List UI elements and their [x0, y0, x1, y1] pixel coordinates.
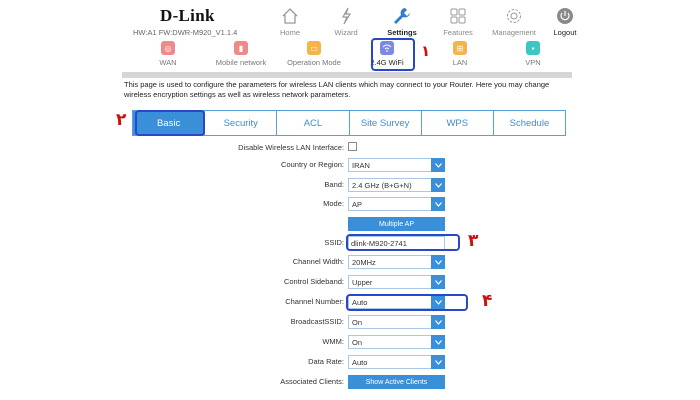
chevron-down-icon — [431, 355, 445, 369]
nav-features-label: Features — [443, 28, 473, 37]
control-sideband-label: Control Sideband: — [283, 277, 344, 286]
nav-management-label: Management — [492, 28, 536, 37]
wmm-value: On — [352, 337, 363, 347]
nav-settings-label: Settings — [387, 28, 417, 37]
control-sideband-select[interactable]: Upper — [348, 275, 445, 289]
subnav-mobile-network[interactable]: ▮ Mobile network — [201, 40, 281, 67]
highlight-basic-tab — [135, 110, 205, 136]
data-rate-value: Auto — [352, 357, 368, 367]
country-value: IRAN — [352, 160, 370, 170]
mode-label: Mode: — [323, 199, 344, 208]
subnav-lan[interactable]: ⊞ LAN — [420, 40, 500, 67]
data-rate-label: Data Rate: — [308, 357, 344, 366]
subnav-wan-label: WAN — [159, 58, 177, 67]
nav-home[interactable]: Home — [262, 4, 318, 37]
subnav-vpn-label: VPN — [525, 58, 541, 67]
subnav-operation-mode[interactable]: ▭ Operation Mode — [274, 40, 354, 67]
band-select[interactable]: 2.4 GHz (B+G+N) — [348, 178, 445, 192]
nav-settings[interactable]: Settings — [374, 4, 430, 37]
annotation-3: ۳ — [468, 231, 479, 251]
channel-number-label: Channel Number: — [285, 297, 344, 306]
channel-width-select[interactable]: 20MHz — [348, 255, 445, 269]
band-value: 2.4 GHz (B+G+N) — [352, 180, 412, 190]
wmm-label: WMM: — [322, 337, 344, 346]
tab-wps[interactable]: WPS — [420, 111, 493, 135]
tab-site-survey[interactable]: Site Survey — [348, 111, 421, 135]
home-icon — [262, 4, 318, 28]
disable-wlan-label: Disable Wireless LAN Interface: — [238, 143, 344, 152]
channel-width-value: 20MHz — [352, 257, 376, 267]
disable-wlan-checkbox[interactable] — [348, 142, 357, 151]
top-navigation: Home Wizard Settings Features Management… — [262, 4, 588, 37]
country-label: Country or Region: — [281, 160, 344, 169]
broadcast-ssid-select[interactable]: On — [348, 315, 445, 329]
chevron-down-icon — [431, 255, 445, 269]
nav-features[interactable]: Features — [430, 4, 486, 37]
associated-clients-label: Associated Clients: — [280, 377, 344, 386]
mode-value: AP — [352, 199, 363, 209]
annotation-4: ۴ — [482, 291, 493, 311]
nav-logout[interactable]: Logout — [542, 4, 588, 37]
subnav-lan-label: LAN — [452, 58, 468, 67]
nav-wizard-label: Wizard — [334, 28, 358, 37]
mode-select[interactable]: AP — [348, 197, 445, 211]
nav-wizard[interactable]: Wizard — [318, 4, 374, 37]
settings-subnav: ◎ WAN ▮ Mobile network ▭ Operation Mode … — [128, 40, 566, 70]
network-icon: ⊞ — [453, 41, 467, 55]
chevron-down-icon — [431, 158, 445, 172]
signal-icon: ▮ — [234, 41, 248, 55]
broadcast-ssid-label: BroadcastSSID: — [290, 317, 344, 326]
chevron-down-icon — [431, 178, 445, 192]
globe-icon: ◎ — [161, 41, 175, 55]
wmm-select[interactable]: On — [348, 335, 445, 349]
highlight-ssid — [346, 234, 460, 251]
highlight-channel-number — [346, 294, 468, 311]
subnav-operation-label: Operation Mode — [287, 58, 341, 67]
gear-icon — [486, 4, 542, 28]
data-rate-select[interactable]: Auto — [348, 355, 445, 369]
chevron-down-icon — [431, 335, 445, 349]
band-label: Band: — [324, 180, 344, 189]
channel-width-label: Channel Width: — [292, 257, 344, 266]
show-active-clients-button[interactable]: Show Active Clients — [348, 375, 445, 389]
grid-icon — [430, 4, 486, 28]
control-sideband-value: Upper — [352, 277, 373, 287]
tab-acl[interactable]: ACL — [276, 111, 349, 135]
subnav-vpn[interactable]: ▪ VPN — [493, 40, 573, 67]
page-description: This page is used to configure the param… — [124, 80, 550, 99]
wand-icon — [318, 4, 374, 28]
chevron-down-icon — [431, 275, 445, 289]
lock-icon: ▪ — [526, 41, 540, 55]
annotation-2: ۲ — [116, 110, 127, 130]
wrench-icon — [374, 4, 430, 28]
country-select[interactable]: IRAN — [348, 158, 445, 172]
brand-logo: D-Link — [160, 6, 215, 25]
nav-home-label: Home — [279, 28, 300, 37]
tab-schedule[interactable]: Schedule — [492, 111, 566, 135]
multiple-ap-button[interactable]: Multiple AP — [348, 217, 445, 231]
annotation-1: ۱ — [421, 42, 431, 60]
subnav-wan[interactable]: ◎ WAN — [128, 40, 208, 67]
section-divider — [122, 72, 572, 78]
ssid-label: SSID: — [324, 238, 344, 247]
monitor-icon: ▭ — [307, 41, 321, 55]
hardware-firmware-version: HW:A1 FW:DWR-M920_V1.1.4 — [133, 28, 238, 37]
tab-security[interactable]: Security — [204, 111, 277, 135]
nav-management[interactable]: Management — [486, 4, 542, 37]
subnav-mobile-label: Mobile network — [215, 58, 267, 67]
broadcast-ssid-value: On — [352, 317, 363, 327]
chevron-down-icon — [431, 197, 445, 211]
highlight-wifi-tab — [371, 38, 415, 71]
chevron-down-icon — [431, 315, 445, 329]
power-icon — [542, 4, 588, 28]
nav-logout-label: Logout — [553, 28, 577, 37]
